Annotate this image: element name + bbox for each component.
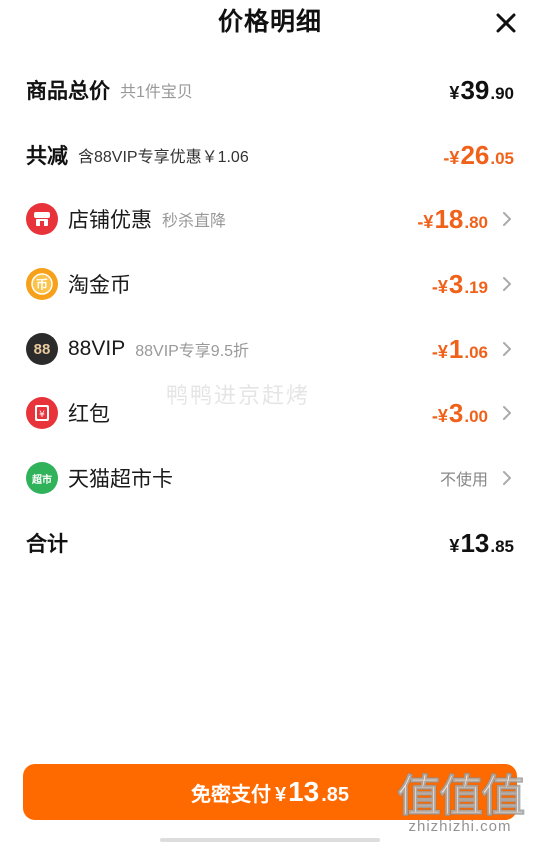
pay-button-label: 免密支付	[190, 783, 271, 806]
tmall-card-status: 不使用	[439, 472, 488, 489]
page-title: 价格明细	[217, 8, 322, 36]
currency-symbol: ¥	[449, 82, 460, 103]
shop-discount-sub: 秒杀直降	[162, 213, 227, 230]
currency-symbol: -¥	[417, 211, 434, 232]
shop-discount-label: 店铺优惠	[68, 209, 152, 232]
amount-integer: 13	[288, 776, 320, 807]
row-total-discount: 共减 含88VIP专享优惠￥1.06 -¥ 26 .05	[26, 135, 514, 175]
amount-decimal: .05	[490, 148, 514, 168]
total-discount-label: 共减	[26, 145, 68, 168]
pay-button-amount: ¥ 13 .85	[275, 776, 349, 808]
amount-integer: 13	[460, 527, 490, 558]
pay-button[interactable]: 免密支付 ¥ 13 .85	[23, 764, 517, 820]
grand-total-amount: ¥ 13 .85	[449, 528, 514, 559]
row-grand-total: 合计 ¥ 13 .85	[26, 523, 514, 563]
row-shop-discount[interactable]: 店铺优惠 秒杀直降 -¥ 18 .80	[26, 199, 514, 239]
currency-symbol: -¥	[443, 147, 460, 168]
price-detail-sheet: 价格明细 商品总价 共1件宝贝 ¥ 39 .90 共减 含88VIP专享优惠￥1…	[0, 0, 540, 846]
amount-decimal: .06	[464, 342, 488, 362]
chevron-right-icon[interactable]	[500, 405, 514, 421]
svg-text:币: 币	[36, 278, 48, 292]
amount-decimal: .90	[490, 83, 514, 103]
chevron-right-icon[interactable]	[500, 211, 514, 227]
vip-88-icon: 88	[26, 333, 58, 365]
redpacket-icon: ¥	[26, 397, 58, 429]
close-button[interactable]	[492, 9, 520, 37]
shop-discount-amount: -¥ 18 .80	[417, 204, 488, 235]
amount-decimal: .80	[464, 212, 488, 232]
vip-discount-note: 含88VIP专享优惠￥1.06	[78, 149, 249, 166]
close-icon[interactable]	[492, 9, 520, 37]
amount-decimal: .00	[464, 406, 488, 426]
taobao-coin-label: 淘金币	[68, 274, 131, 297]
total-discount-amount: -¥ 26 .05	[443, 140, 514, 171]
vip-sub: 88VIP专享9.5折	[135, 343, 250, 360]
grand-total-label: 合计	[26, 533, 68, 556]
chevron-right-icon[interactable]	[500, 341, 514, 357]
goods-total-amount: ¥ 39 .90	[449, 75, 514, 106]
coin-icon: 币	[26, 268, 58, 300]
currency-symbol: -¥	[431, 405, 448, 426]
chevron-right-icon[interactable]	[500, 470, 514, 486]
amount-decimal: .85	[490, 536, 514, 556]
goods-total-label: 商品总价	[26, 80, 110, 103]
amount-integer: 3	[448, 268, 464, 299]
amount-integer: 1	[448, 333, 464, 364]
amount-decimal: .85	[321, 784, 350, 806]
currency-symbol: ¥	[274, 784, 287, 806]
vip-icon-text: 88	[33, 340, 51, 358]
row-red-packet[interactable]: ¥ 红包 -¥ 3 .00	[26, 393, 514, 433]
home-indicator	[160, 838, 380, 842]
corner-logo-url: zhizhizhi.com	[408, 818, 512, 835]
amount-integer: 26	[460, 139, 490, 170]
svg-text:¥: ¥	[39, 410, 45, 420]
sheet-header: 价格明细	[0, 0, 540, 40]
shop-icon	[26, 203, 58, 235]
vip-amount: -¥ 1 .06	[432, 334, 488, 365]
tmall-supermarket-icon: 超市	[26, 462, 58, 494]
goods-count-label: 共1件宝贝	[120, 84, 193, 101]
currency-symbol: ¥	[449, 535, 460, 556]
amount-integer: 18	[434, 203, 464, 234]
chevron-right-icon[interactable]	[500, 276, 514, 292]
amount-integer: 3	[448, 397, 464, 428]
row-goods-total: 商品总价 共1件宝贝 ¥ 39 .90	[26, 70, 514, 110]
row-taobao-coin[interactable]: 币 淘金币 -¥ 3 .19	[26, 264, 514, 304]
amount-decimal: .19	[464, 277, 488, 297]
row-tmall-card[interactable]: 超市 天猫超市卡 不使用	[26, 458, 514, 498]
red-packet-amount: -¥ 3 .00	[432, 398, 488, 429]
red-packet-label: 红包	[68, 403, 110, 426]
currency-symbol: -¥	[431, 341, 448, 362]
taobao-coin-amount: -¥ 3 .19	[432, 269, 488, 300]
vip-label: 88VIP	[68, 337, 126, 360]
currency-symbol: -¥	[431, 276, 448, 297]
row-88vip[interactable]: 88 88VIP 88VIP专享9.5折 -¥ 1 .06	[26, 329, 514, 369]
tmall-card-label: 天猫超市卡	[68, 468, 173, 491]
tmall-icon-text: 超市	[32, 474, 52, 486]
amount-integer: 39	[460, 74, 490, 105]
